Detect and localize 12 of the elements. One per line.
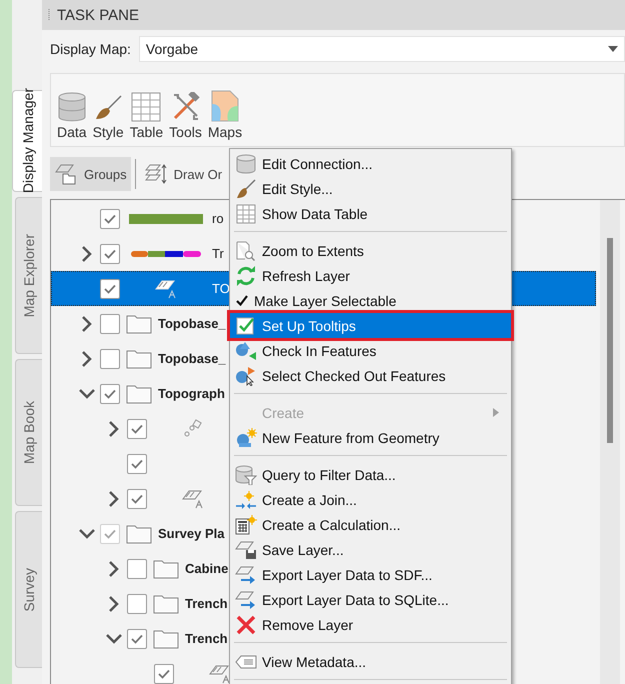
pane-title: TASK PANE bbox=[57, 6, 139, 24]
layer-name: Survey Pla bbox=[158, 526, 224, 541]
layer-name: Topograph bbox=[158, 386, 225, 401]
layer-name: TO bbox=[212, 281, 230, 296]
layer-name: Topobase_ bbox=[158, 316, 226, 331]
field-label: Display Map: bbox=[50, 41, 131, 57]
layer-name: Topobase_ bbox=[158, 351, 226, 366]
layer-name: Trench bbox=[185, 596, 228, 611]
layer-name: Tr bbox=[212, 246, 224, 261]
layer-name: ro bbox=[212, 211, 224, 226]
layer-name: Trench bbox=[185, 631, 228, 646]
layer-name: Cabine bbox=[185, 561, 228, 576]
